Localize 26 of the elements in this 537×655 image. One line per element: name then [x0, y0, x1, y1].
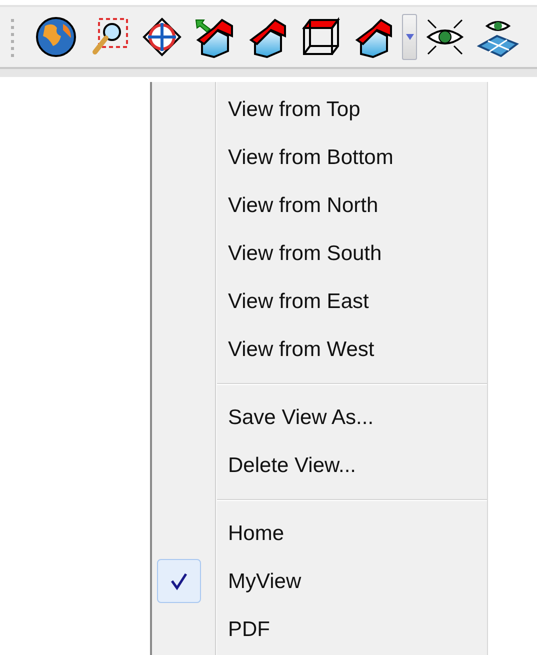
globe-icon [35, 16, 77, 58]
toolbar-button[interactable] [247, 16, 289, 58]
menu-item[interactable]: View from East [152, 278, 487, 326]
toolbar-button[interactable] [194, 16, 236, 58]
caret-icon [406, 34, 414, 40]
menu-item[interactable]: Home [152, 510, 487, 558]
menu-item[interactable]: View from Bottom [152, 134, 487, 182]
toolbar-button[interactable] [300, 16, 342, 58]
target-icon [141, 16, 183, 58]
toolbar-button[interactable] [353, 16, 395, 58]
house-icon [353, 16, 395, 58]
menu-item[interactable]: MyView [152, 558, 487, 606]
menu-item[interactable]: Delete View... [152, 442, 487, 490]
dropdown-button[interactable] [402, 14, 417, 60]
menu-item[interactable]: PDF [152, 606, 487, 654]
menu-item[interactable]: View from North [152, 182, 487, 230]
toolbar-button[interactable] [35, 16, 77, 58]
checkmark-icon [169, 571, 189, 591]
house-icon [247, 16, 289, 58]
menu-item[interactable]: View from South [152, 230, 487, 278]
menu-item[interactable]: Save View As... [152, 394, 487, 442]
cube-icon [300, 16, 342, 58]
menu-item[interactable]: View from Top [152, 86, 487, 134]
toolbar-button[interactable] [141, 16, 183, 58]
house-arrow-icon [194, 16, 236, 58]
menu-item[interactable]: View from West [152, 326, 487, 374]
